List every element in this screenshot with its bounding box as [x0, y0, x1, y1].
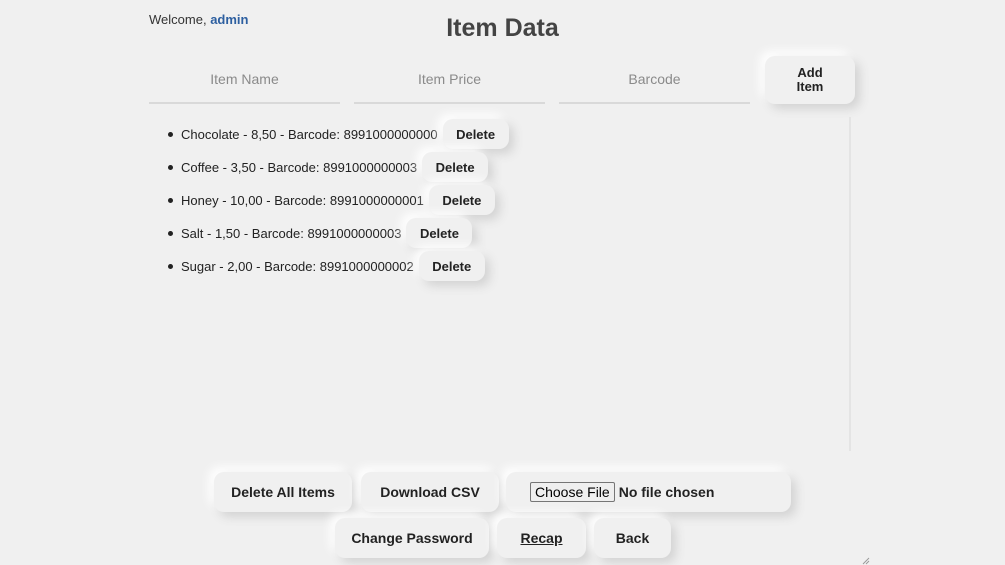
list-item: Sugar - 2,00 - Barcode: 8991000000002 De…	[168, 251, 485, 281]
page-title-text: Item Data	[446, 14, 559, 42]
item-list-container[interactable]: Chocolate - 8,50 - Barcode: 899100000000…	[149, 117, 851, 451]
item-price-input[interactable]	[354, 56, 545, 104]
delete-item-button[interactable]: Delete	[428, 185, 495, 215]
item-name-input[interactable]	[149, 56, 340, 104]
resize-handle-icon[interactable]	[862, 557, 870, 565]
download-csv-button[interactable]: Download CSV	[361, 472, 499, 512]
add-item-label: Add Item	[796, 65, 824, 94]
bullet-icon	[168, 263, 173, 269]
list-item: Salt - 1,50 - Barcode: 8991000000003 Del…	[168, 218, 473, 248]
item-text: Sugar - 2,00 - Barcode: 8991000000002	[181, 258, 414, 274]
item-text: Chocolate - 8,50 - Barcode: 899100000000…	[181, 126, 438, 142]
list-item: Coffee - 3,50 - Barcode: 8991000000003 D…	[168, 152, 489, 182]
file-status: No file chosen	[618, 484, 715, 500]
bullet-icon	[168, 197, 173, 203]
add-item-button[interactable]: Add Item	[765, 56, 855, 104]
choose-file-button[interactable]: Choose File	[530, 482, 615, 502]
item-data-page: Welcome, admin Item Data Add Item Chocol…	[0, 0, 1005, 565]
item-text: Honey - 10,00 - Barcode: 8991000000001	[181, 192, 424, 208]
delete-all-items-button[interactable]: Delete All Items	[214, 472, 352, 512]
list-item: Honey - 10,00 - Barcode: 8991000000001 D…	[168, 185, 495, 215]
delete-item-button[interactable]: Delete	[442, 119, 509, 149]
delete-item-button[interactable]: Delete	[422, 152, 489, 182]
delete-item-button[interactable]: Delete	[418, 251, 485, 281]
recap-button[interactable]: Recap	[497, 518, 586, 558]
list-item: Chocolate - 8,50 - Barcode: 899100000000…	[168, 119, 509, 149]
file-upload-box: Choose File No file chosen	[506, 472, 791, 512]
item-text: Coffee - 3,50 - Barcode: 8991000000003	[181, 159, 418, 175]
barcode-input[interactable]	[559, 56, 750, 104]
page-title: Item Data	[0, 14, 1005, 43]
item-text: Salt - 1,50 - Barcode: 8991000000003	[181, 225, 402, 241]
bullet-icon	[168, 164, 173, 170]
back-button[interactable]: Back	[594, 518, 671, 558]
delete-item-button[interactable]: Delete	[406, 218, 473, 248]
bullet-icon	[168, 230, 173, 236]
change-password-button[interactable]: Change Password	[335, 518, 489, 558]
bullet-icon	[168, 131, 173, 137]
